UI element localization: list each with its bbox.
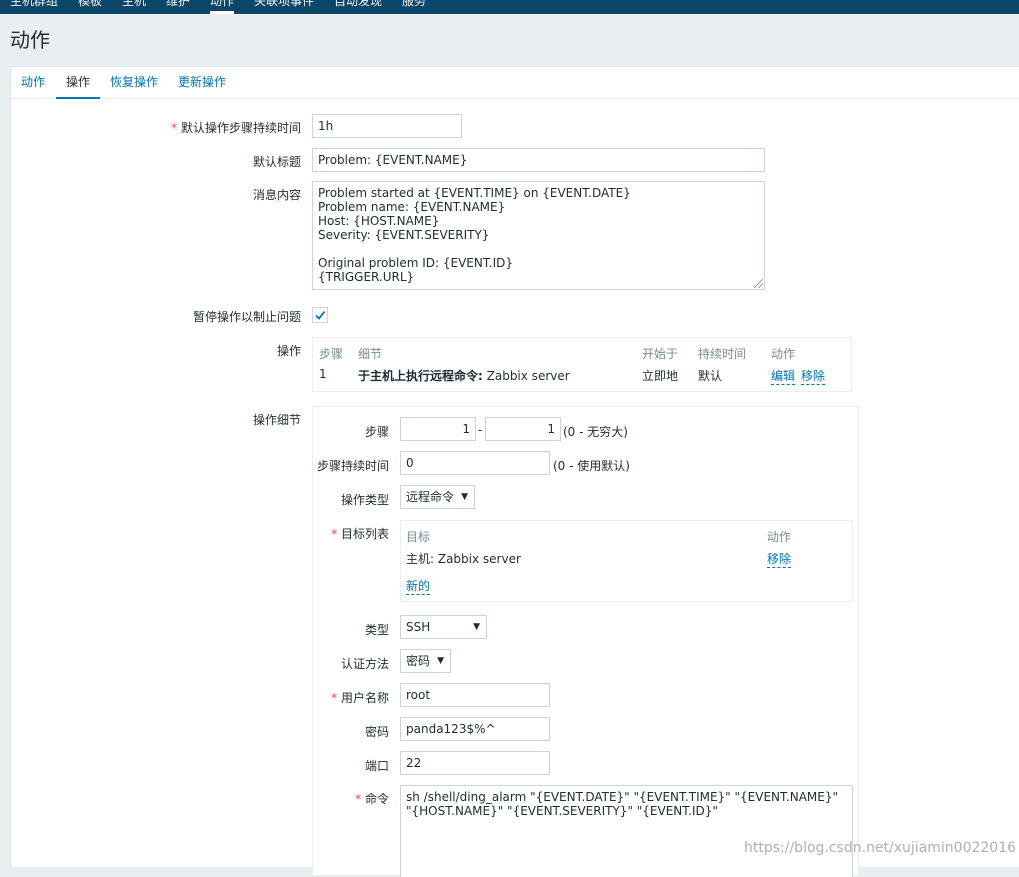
- operation-step: 1: [319, 367, 327, 381]
- operation-duration: 默认: [698, 369, 723, 383]
- default-subject-input[interactable]: [312, 148, 765, 172]
- step-range-note: (0 - 无穷大): [563, 425, 628, 439]
- username-input[interactable]: [400, 683, 550, 707]
- operations-table: 步骤 细节 开始于 持续时间 动作 1 于主机上执行远程命令: Zabbix s…: [312, 337, 852, 392]
- caret-down-icon: ▼: [461, 492, 468, 502]
- operation-type-value: 远程命令: [406, 490, 455, 504]
- username-label: 用户名称: [331, 689, 389, 706]
- command-type-value: SSH: [406, 620, 431, 634]
- operation-edit-link[interactable]: 编辑: [771, 367, 796, 385]
- tab-bar: 动作 操作 恢复操作 更新操作: [11, 67, 1019, 99]
- column-header-details: 细节: [358, 347, 383, 361]
- nav-item-actions[interactable]: 动作: [210, 0, 235, 14]
- step-duration-label: 步骤持续时间: [316, 459, 389, 473]
- target-list-label: 目标列表: [331, 525, 389, 542]
- default-step-duration-label: 默认操作步骤持续时间: [171, 119, 301, 136]
- page-title: 动作: [10, 28, 50, 52]
- nav-item-hosts[interactable]: 主机: [122, 0, 146, 14]
- step-to-input[interactable]: [485, 417, 561, 441]
- nav-item-discovery[interactable]: 自动发现: [334, 0, 382, 14]
- nav-item-templates[interactable]: 模板: [78, 0, 102, 14]
- nav-item-event-correlation[interactable]: 关联项事件: [254, 0, 314, 14]
- nav-item-maintenance[interactable]: 维护: [166, 0, 190, 14]
- port-input[interactable]: [400, 751, 550, 775]
- column-header-start-in: 开始于: [642, 347, 679, 361]
- tab-update-operations[interactable]: 更新操作: [178, 75, 226, 99]
- step-duration-note: (0 - 使用默认): [553, 459, 630, 473]
- resize-grip-icon[interactable]: [754, 279, 763, 288]
- nav-item-services[interactable]: 服务: [402, 0, 426, 14]
- top-navigation: 主机群组 模板 主机 维护 动作 关联项事件 自动发现 服务: [0, 0, 1019, 14]
- action-form-panel: 动作 操作 恢复操作 更新操作 默认操作步骤持续时间 默认标题 消息内容 Pro…: [10, 66, 1019, 877]
- operation-detail-target: Zabbix server: [482, 369, 570, 383]
- tab-action[interactable]: 动作: [21, 75, 45, 99]
- column-header-duration: 持续时间: [698, 347, 747, 361]
- operation-type-label: 操作类型: [340, 493, 389, 507]
- tab-operations[interactable]: 操作: [56, 75, 101, 99]
- column-header-target-action: 动作: [767, 530, 792, 544]
- target-host: 主机: Zabbix server: [406, 552, 521, 566]
- command-type-select[interactable]: SSH ▼: [400, 615, 487, 639]
- operation-detail: 于主机上执行远程命令: Zabbix server: [358, 367, 570, 384]
- auth-method-label: 认证方法: [340, 657, 389, 671]
- auth-method-value: 密码: [406, 654, 431, 668]
- password-input[interactable]: [400, 717, 550, 741]
- operation-details-box: 步骤 - (0 - 无穷大) 步骤持续时间 (0 - 使用默认) 操作类型 远程…: [312, 406, 859, 877]
- watermark: https://blog.csdn.net/xujiamin0022016: [744, 840, 1017, 856]
- column-header-step: 步骤: [319, 347, 344, 361]
- port-label: 端口: [364, 759, 389, 773]
- default-step-duration-input[interactable]: [312, 114, 462, 138]
- target-list-table: 目标 动作 主机: Zabbix server 移除 新的: [400, 520, 853, 602]
- operations-label: 操作: [276, 344, 301, 358]
- default-message-textarea[interactable]: Problem started at {EVENT.TIME} on {EVEN…: [312, 181, 765, 290]
- step-from-input[interactable]: [400, 417, 476, 441]
- command-type-label: 类型: [364, 623, 389, 637]
- tab-recovery-operations[interactable]: 恢复操作: [110, 75, 158, 99]
- target-remove-link[interactable]: 移除: [767, 550, 792, 568]
- nav-item-host-groups[interactable]: 主机群组: [10, 0, 58, 14]
- operation-start-in: 立即地: [642, 369, 679, 383]
- default-message-label: 消息内容: [252, 188, 301, 202]
- caret-down-icon: ▼: [437, 656, 444, 666]
- caret-down-icon: ▼: [473, 622, 480, 632]
- pause-suppressed-label: 暂停操作以制止问题: [192, 310, 301, 324]
- password-label: 密码: [364, 725, 389, 739]
- operation-detail-type: 于主机上执行远程命令:: [358, 369, 483, 383]
- command-textarea[interactable]: sh /shell/ding_alarm "{EVENT.DATE}" "{EV…: [400, 785, 853, 877]
- default-subject-label: 默认标题: [252, 155, 301, 169]
- check-icon: [315, 310, 326, 320]
- target-new-link[interactable]: 新的: [406, 577, 431, 595]
- pause-suppressed-checkbox[interactable]: [312, 307, 328, 323]
- steps-label: 步骤: [364, 425, 389, 439]
- step-range-dash: -: [478, 423, 483, 437]
- column-header-target: 目标: [406, 530, 431, 544]
- operation-remove-link[interactable]: 移除: [801, 367, 826, 385]
- column-header-action: 动作: [771, 347, 796, 361]
- command-label: 命令: [355, 790, 389, 807]
- operation-type-select[interactable]: 远程命令 ▼: [400, 485, 475, 509]
- operation-details-label: 操作细节: [252, 413, 301, 427]
- step-duration-input[interactable]: [400, 451, 550, 475]
- auth-method-select[interactable]: 密码 ▼: [400, 649, 451, 673]
